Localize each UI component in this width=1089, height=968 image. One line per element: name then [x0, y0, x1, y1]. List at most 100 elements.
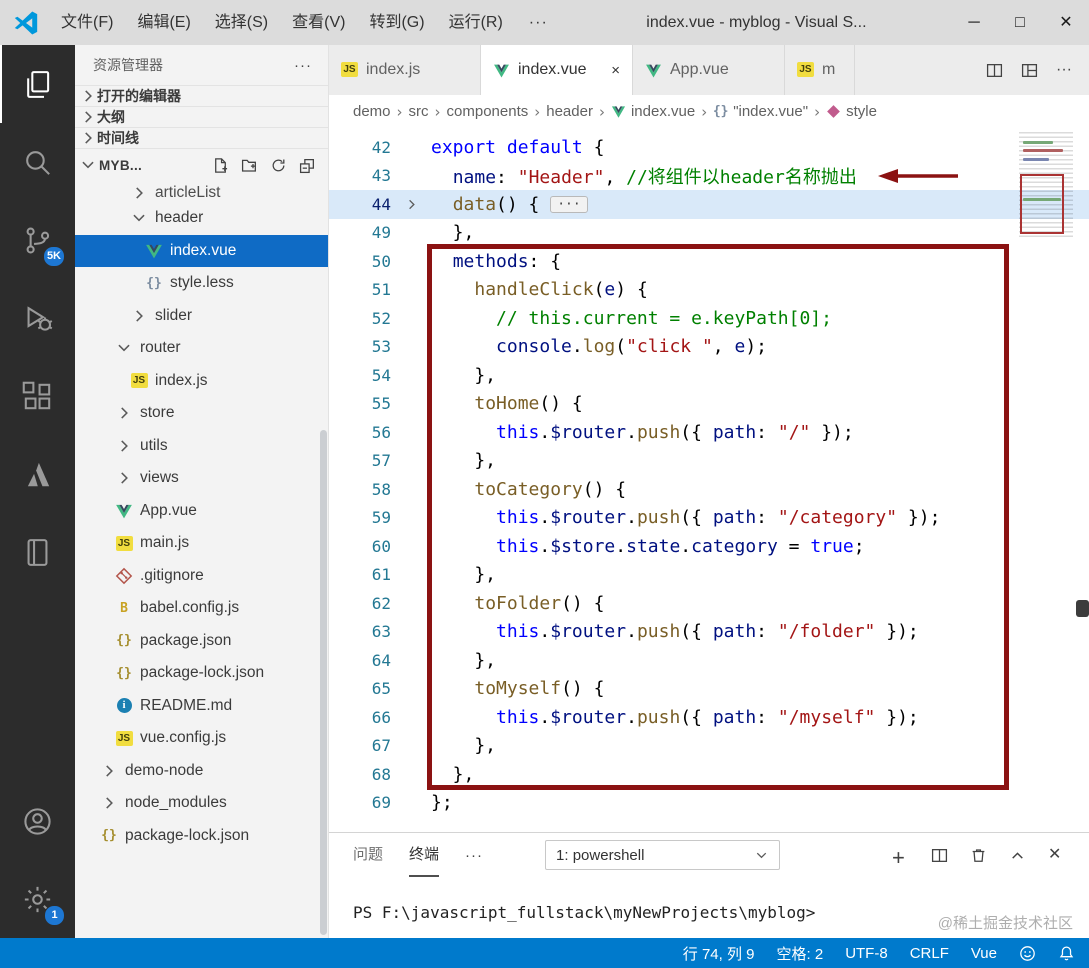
sidebar-more-button[interactable]: ··· [294, 57, 312, 74]
tree-item-store[interactable]: store [75, 397, 328, 430]
code-line-57[interactable]: 57 }, [329, 447, 1089, 476]
code-line-44[interactable]: 44 data() { ··· [329, 190, 1089, 219]
code-line-43[interactable]: 43 name: "Header", //将组件以header名称抛出 [329, 162, 1089, 191]
activity-extensions-icon[interactable] [0, 357, 75, 435]
code-line-58[interactable]: 58 toCategory() { [329, 475, 1089, 504]
code-line-50[interactable]: 50 methods: { [329, 247, 1089, 276]
split-panel-icon[interactable] [931, 847, 948, 864]
tree-item-package.json[interactable]: {} package.json [75, 625, 328, 658]
breadcrumb-item-style[interactable]: style [826, 103, 877, 120]
breadcrumb-item-header[interactable]: header [546, 103, 593, 120]
activity-azure-icon[interactable] [0, 435, 75, 513]
code-line-60[interactable]: 60 this.$store.state.category = true; [329, 532, 1089, 561]
code-line-68[interactable]: 68 }, [329, 760, 1089, 789]
overview-ruler-mark[interactable] [1076, 600, 1089, 617]
tree-item-node_modules[interactable]: node_modules [75, 787, 328, 820]
status-indentation[interactable]: 空格: 2 [777, 943, 824, 964]
status-eol[interactable]: CRLF [910, 945, 949, 962]
code-line-42[interactable]: 42 export default { [329, 133, 1089, 162]
tree-item-README.md[interactable]: i README.md [75, 690, 328, 723]
section-打开的编辑器[interactable]: 打开的编辑器 [75, 85, 328, 106]
bell-icon[interactable] [1058, 945, 1075, 962]
breadcrumb-item-demo[interactable]: demo [353, 103, 391, 120]
code-line-56[interactable]: 56 this.$router.push({ path: "/" }); [329, 418, 1089, 447]
tree-item-App.vue[interactable]: App.vue [75, 495, 328, 528]
status-language-mode[interactable]: Vue [971, 945, 997, 962]
tree-item-views[interactable]: views [75, 462, 328, 495]
editor-layout-icon[interactable] [1021, 62, 1038, 79]
code-line-64[interactable]: 64 }, [329, 646, 1089, 675]
menu-more-button[interactable]: ··· [515, 0, 562, 45]
activity-explorer-icon[interactable] [0, 45, 75, 123]
activity-notebook-icon[interactable] [0, 513, 75, 591]
activity-account-icon[interactable] [0, 782, 75, 860]
tree-item-header[interactable]: header [75, 202, 328, 235]
tree-item-demo-node[interactable]: demo-node [75, 755, 328, 788]
tab-App.vue[interactable]: App.vue [633, 45, 785, 95]
new-file-icon[interactable] [212, 157, 229, 174]
new-folder-icon[interactable] [241, 157, 258, 174]
code-editor[interactable]: 42 export default {43 name: "Header", //将… [329, 128, 1089, 832]
close-icon[interactable]: ✕ [1043, 0, 1089, 45]
menu-item-运行(R)[interactable]: 运行(R) [437, 0, 515, 45]
tree-item-main.js[interactable]: JS main.js [75, 527, 328, 560]
maximize-panel-icon[interactable] [1009, 847, 1026, 864]
more-actions-icon[interactable]: ··· [1056, 61, 1073, 79]
code-line-66[interactable]: 66 this.$router.push({ path: "/myself" }… [329, 703, 1089, 732]
tree-item-style.less[interactable]: {} style.less [75, 267, 328, 300]
tree-item-package-lock.json[interactable]: {} package-lock.json [75, 820, 328, 853]
code-line-61[interactable]: 61 }, [329, 561, 1089, 590]
tree-item-utils[interactable]: utils [75, 430, 328, 463]
collapse-all-icon[interactable] [299, 157, 316, 174]
code-line-54[interactable]: 54 }, [329, 361, 1089, 390]
fold-column[interactable] [391, 197, 431, 212]
code-line-49[interactable]: 49 }, [329, 219, 1089, 248]
new-terminal-icon[interactable]: + [892, 846, 909, 868]
breadcrumb-item-index.vue[interactable]: index.vue [611, 103, 695, 120]
workspace-header[interactable]: MYB... [75, 148, 328, 181]
status-encoding[interactable]: UTF-8 [845, 945, 888, 962]
menu-item-查看(V)[interactable]: 查看(V) [280, 0, 357, 45]
tree-item-package-lock.json[interactable]: {} package-lock.json [75, 657, 328, 690]
kill-terminal-icon[interactable] [970, 847, 987, 864]
activity-settings-icon[interactable]: 1 [0, 860, 75, 938]
code-line-52[interactable]: 52 // this.current = e.keyPath[0]; [329, 304, 1089, 333]
tree-item-babel.config.js[interactable]: Bbabel.config.js [75, 592, 328, 625]
minimize-icon[interactable]: ─ [951, 0, 997, 45]
split-editor-icon[interactable] [986, 62, 1003, 79]
tab-index.js[interactable]: JS index.js [329, 45, 481, 95]
section-时间线[interactable]: 时间线 [75, 127, 328, 148]
refresh-icon[interactable] [270, 157, 287, 174]
tree-item-vue.config.js[interactable]: JS vue.config.js [75, 722, 328, 755]
code-line-53[interactable]: 53 console.log("click ", e); [329, 333, 1089, 362]
terminal-shell-selector[interactable]: 1: powershell [545, 840, 781, 870]
panel-tab-问题[interactable]: 问题 [353, 833, 383, 877]
code-line-67[interactable]: 67 }, [329, 732, 1089, 761]
close-panel-icon[interactable]: ✕ [1048, 846, 1065, 864]
activity-source-control-icon[interactable]: 5K [0, 201, 75, 279]
menu-item-转到(G)[interactable]: 转到(G) [357, 0, 436, 45]
code-line-69[interactable]: 69}; [329, 789, 1089, 818]
status-cursor-position[interactable]: 行 74, 列 9 [683, 943, 755, 964]
code-line-63[interactable]: 63 this.$router.push({ path: "/folder" }… [329, 618, 1089, 647]
breadcrumb-item-src[interactable]: src [409, 103, 429, 120]
tree-item-index.vue[interactable]: index.vue [75, 234, 328, 267]
menu-item-编辑(E)[interactable]: 编辑(E) [125, 0, 202, 45]
tree-item-.gitignore[interactable]: .gitignore [75, 560, 328, 593]
code-line-59[interactable]: 59 this.$router.push({ path: "/category"… [329, 504, 1089, 533]
feedback-icon[interactable] [1019, 945, 1036, 962]
maximize-icon[interactable]: □ [997, 0, 1043, 45]
panel-more-button[interactable]: ··· [465, 847, 483, 864]
code-line-62[interactable]: 62 toFolder() { [329, 589, 1089, 618]
activity-search-icon[interactable] [0, 123, 75, 201]
panel-tab-终端[interactable]: 终端 [409, 833, 440, 877]
sidebar-scrollbar[interactable] [320, 430, 327, 935]
activity-run-debug-icon[interactable] [0, 279, 75, 357]
code-line-65[interactable]: 65 toMyself() { [329, 675, 1089, 704]
breadcrumb-item-"index.vue"[interactable]: {} "index.vue" [713, 103, 808, 120]
close-tab-icon[interactable]: × [611, 62, 620, 79]
tab-m[interactable]: JS m [785, 45, 855, 95]
menu-item-文件(F)[interactable]: 文件(F) [49, 0, 125, 45]
tab-index.vue[interactable]: index.vue × [481, 45, 633, 95]
menu-item-选择(S)[interactable]: 选择(S) [203, 0, 280, 45]
